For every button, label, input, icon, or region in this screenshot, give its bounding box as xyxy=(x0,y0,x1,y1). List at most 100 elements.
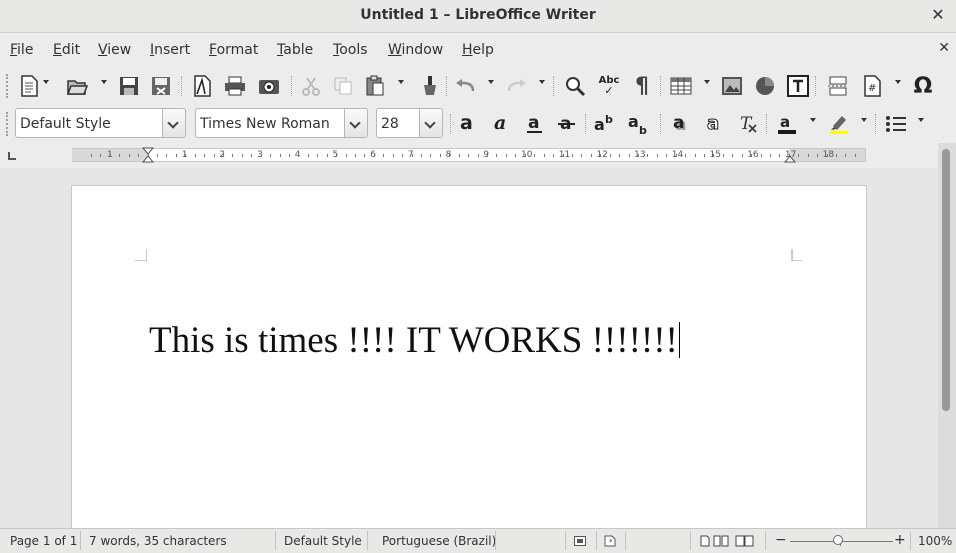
formatting-marks-icon[interactable]: ¶ xyxy=(629,72,655,100)
zoom-out-button[interactable]: − xyxy=(775,532,787,548)
save-icon[interactable] xyxy=(116,72,142,100)
cut-icon[interactable] xyxy=(298,72,324,100)
ruler-tick xyxy=(563,154,564,157)
book-view-icon[interactable] xyxy=(735,535,755,547)
document-modified-icon[interactable]: * xyxy=(604,535,616,547)
copy-icon[interactable] xyxy=(330,72,356,100)
insert-text-box-icon[interactable] xyxy=(785,72,811,100)
zoom-slider-thumb[interactable] xyxy=(833,535,843,545)
menu-view[interactable]: View xyxy=(98,42,131,58)
page-count[interactable]: Page 1 of 1 xyxy=(10,534,77,548)
zoom-in-button[interactable]: + xyxy=(894,532,906,548)
toolbar-grip[interactable] xyxy=(6,74,11,98)
strikethrough-icon[interactable]: a xyxy=(554,110,580,138)
special-character-icon[interactable]: Ω xyxy=(910,72,936,100)
vertical-scrollbar-thumb[interactable] xyxy=(942,149,950,411)
menu-edit[interactable]: Edit xyxy=(53,42,80,58)
menu-format[interactable]: Format xyxy=(209,42,258,58)
insert-table-icon[interactable] xyxy=(668,72,694,100)
paragraph-style-dropdown-button[interactable] xyxy=(162,109,185,137)
bold-icon[interactable]: a xyxy=(455,110,481,138)
new-document-icon[interactable] xyxy=(16,72,42,100)
menu-insert[interactable]: Insert xyxy=(150,42,190,58)
redo-icon[interactable] xyxy=(503,72,529,100)
window-close-button[interactable]: ✕ xyxy=(928,4,948,26)
font-size-dropdown-button[interactable] xyxy=(419,109,442,137)
spelling-icon[interactable]: Abc ✓ xyxy=(596,72,622,100)
italic-icon[interactable]: a xyxy=(489,110,515,138)
font-color-icon[interactable]: a xyxy=(774,110,800,138)
undo-icon[interactable] xyxy=(453,72,479,100)
menu-file[interactable]: File xyxy=(10,42,33,58)
text-language[interactable]: Portuguese (Brazil) xyxy=(382,534,496,548)
shadow-icon[interactable]: aa xyxy=(668,110,694,138)
menu-window[interactable]: Window xyxy=(388,42,443,58)
right-indent-marker[interactable] xyxy=(784,147,796,163)
status-separator xyxy=(367,531,368,550)
highlight-dropdown-arrow[interactable] xyxy=(861,118,867,122)
multi-page-view-icon[interactable] xyxy=(713,535,731,547)
font-size-combo[interactable]: 28 xyxy=(376,108,443,138)
insert-field-icon[interactable]: # xyxy=(859,72,885,100)
outline-font-icon[interactable]: a xyxy=(702,110,728,138)
toolbar-grip[interactable] xyxy=(6,112,11,136)
ruler-tick xyxy=(129,154,130,157)
ruler-tick xyxy=(204,154,205,157)
toolbar-separator xyxy=(660,76,662,96)
paragraph-style-combo[interactable]: Default Style xyxy=(15,108,186,138)
subscript-icon[interactable]: ab xyxy=(627,110,653,138)
ruler-tick xyxy=(553,154,554,157)
open-folder-icon[interactable] xyxy=(64,72,90,100)
font-color-dropdown-arrow[interactable] xyxy=(810,118,816,122)
font-name-dropdown-button[interactable] xyxy=(344,109,367,137)
underline-icon[interactable]: a xyxy=(522,110,548,138)
left-indent-marker[interactable] xyxy=(142,147,154,163)
menu-table[interactable]: Table xyxy=(277,42,313,58)
find-replace-icon[interactable] xyxy=(562,72,588,100)
ruler-tick xyxy=(581,154,582,157)
zoom-level[interactable]: 100% xyxy=(918,534,952,548)
close-document-button[interactable]: ✕ xyxy=(938,40,950,56)
ruler-tick xyxy=(713,154,714,157)
svg-text:a: a xyxy=(494,113,506,134)
print-preview-icon[interactable] xyxy=(256,72,282,100)
paste-icon[interactable] xyxy=(362,72,388,100)
menu-tools[interactable]: Tools xyxy=(333,42,368,58)
clear-formatting-icon[interactable]: T xyxy=(735,110,761,138)
superscript-icon[interactable]: ab xyxy=(593,110,619,138)
new-dropdown-arrow[interactable] xyxy=(43,80,49,84)
ruler-tick xyxy=(157,154,158,157)
save-as-icon[interactable] xyxy=(148,72,174,100)
word-count[interactable]: 7 words, 35 characters xyxy=(89,534,227,548)
table-dropdown-arrow[interactable] xyxy=(704,80,710,84)
insert-image-icon[interactable] xyxy=(719,72,745,100)
paste-dropdown-arrow[interactable] xyxy=(398,80,404,84)
bullet-list-icon[interactable] xyxy=(883,110,909,138)
single-page-view-icon[interactable] xyxy=(700,535,710,547)
tab-stop-selector[interactable] xyxy=(8,152,16,160)
document-text-line[interactable]: This is times !!!! IT WORKS !!!!!!! xyxy=(149,319,680,362)
print-icon[interactable] xyxy=(222,72,248,100)
insert-page-break-icon[interactable] xyxy=(825,72,851,100)
ruler-tick xyxy=(374,154,375,157)
menu-help[interactable]: Help xyxy=(462,42,494,58)
vertical-scrollbar[interactable] xyxy=(938,143,956,528)
export-pdf-icon[interactable] xyxy=(189,72,215,100)
insert-chart-icon[interactable] xyxy=(752,72,778,100)
ruler-tick xyxy=(695,154,696,157)
ruler-number: 10 xyxy=(521,150,533,160)
page-style[interactable]: Default Style xyxy=(284,534,362,548)
undo-dropdown-arrow[interactable] xyxy=(488,80,494,84)
ruler-tick xyxy=(629,154,630,157)
field-dropdown-arrow[interactable] xyxy=(895,80,901,84)
toolbar-separator xyxy=(450,114,452,134)
ruler-tick xyxy=(430,154,431,157)
document-page[interactable]: This is times !!!! IT WORKS !!!!!!! xyxy=(71,185,867,530)
clone-formatting-icon[interactable] xyxy=(416,72,442,100)
highlight-color-icon[interactable] xyxy=(826,110,852,138)
open-dropdown-arrow[interactable] xyxy=(101,80,107,84)
bullet-dropdown-arrow[interactable] xyxy=(918,118,924,122)
redo-dropdown-arrow[interactable] xyxy=(539,80,545,84)
selection-mode-icon[interactable] xyxy=(574,536,586,546)
font-name-combo[interactable]: Times New Roman xyxy=(195,108,368,138)
